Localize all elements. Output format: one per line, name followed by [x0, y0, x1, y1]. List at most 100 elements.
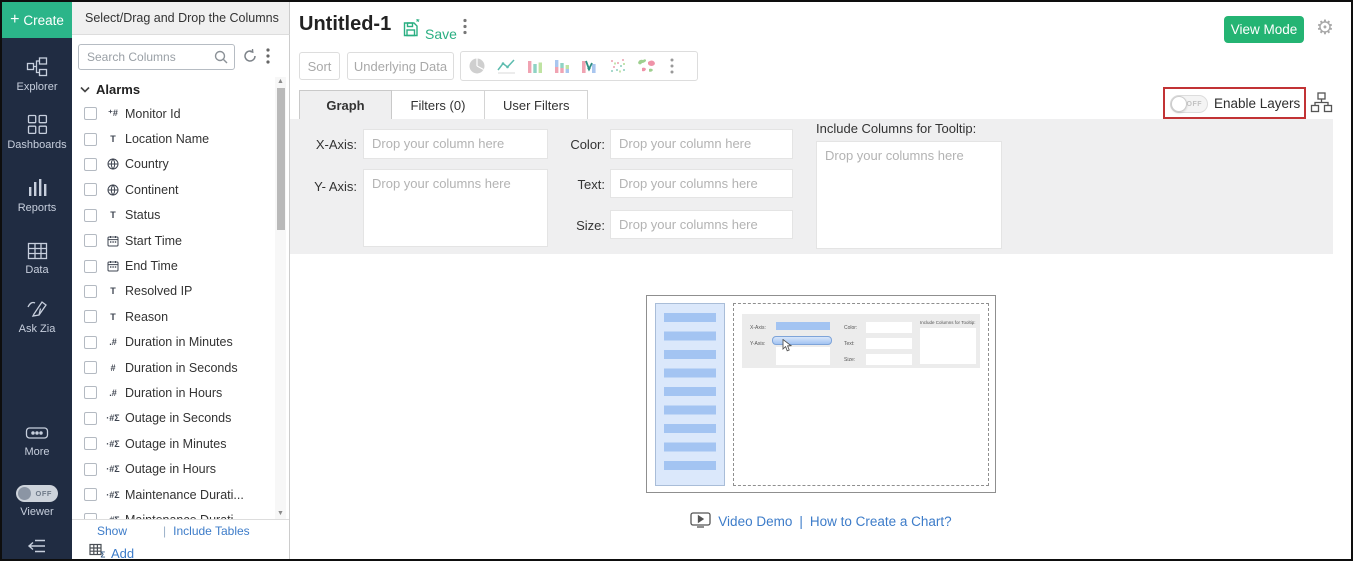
column-checkbox[interactable] — [84, 412, 97, 425]
column-checkbox[interactable] — [84, 285, 97, 298]
table-group-label: Alarms — [96, 82, 140, 97]
line-chart-icon[interactable] — [496, 57, 517, 75]
search-columns-input[interactable] — [78, 44, 235, 70]
preview-tooltip-label: Include Columns for Tooltip: — [920, 320, 978, 326]
title-menu-icon[interactable] — [460, 18, 470, 40]
layers-hierarchy-icon[interactable] — [1310, 92, 1333, 118]
settings-gear-icon[interactable]: ⚙ — [1316, 15, 1334, 40]
tab-filters[interactable]: Filters (0) — [392, 90, 485, 120]
refresh-icon[interactable] — [242, 48, 258, 69]
toggle-knob — [1171, 96, 1187, 112]
column-checkbox[interactable] — [84, 234, 97, 247]
save-button[interactable]: * Save — [403, 19, 457, 42]
column-checkbox[interactable] — [84, 133, 97, 146]
column-item[interactable]: Start Time — [72, 228, 274, 253]
column-checkbox[interactable] — [84, 209, 97, 222]
scatter-chart-icon[interactable] — [608, 57, 627, 75]
column-item[interactable]: ·#ΣOutage in Minutes — [72, 431, 274, 456]
view-mode-button[interactable]: View Mode — [1224, 16, 1304, 43]
column-label: Maintenance Durati... — [125, 488, 244, 502]
pie-chart-icon[interactable] — [467, 57, 487, 75]
add-link[interactable]: Add — [111, 546, 134, 561]
column-item[interactable]: .#Duration in Minutes — [72, 330, 274, 355]
column-checkbox[interactable] — [84, 158, 97, 171]
column-item[interactable]: ·#ΣMaintenance Durati... — [72, 507, 274, 519]
y-axis-dropzone[interactable]: Drop your columns here — [363, 169, 548, 247]
columns-panel-menu-icon[interactable] — [263, 48, 273, 69]
sidebar-item-explorer[interactable]: Explorer — [2, 57, 72, 93]
column-label: Outage in Minutes — [125, 437, 226, 451]
text-label: Text: — [543, 177, 605, 192]
include-tables-link[interactable]: Include Tables — [173, 524, 250, 538]
stacked-bar-chart-icon[interactable] — [553, 57, 571, 75]
column-item[interactable]: ·#ΣOutage in Hours — [72, 456, 274, 481]
map-chart-icon[interactable] — [636, 57, 657, 75]
color-dropzone[interactable]: Drop your column here — [610, 129, 793, 159]
formula-icon: ·#Σ — [104, 439, 122, 449]
scrollbar-thumb[interactable] — [277, 88, 285, 230]
column-item[interactable]: TResolved IP — [72, 279, 274, 304]
tab-user-filters[interactable]: User Filters — [485, 90, 588, 120]
x-axis-dropzone[interactable]: Drop your column here — [363, 129, 548, 159]
geo-icon — [104, 184, 122, 196]
viewer-toggle[interactable]: OFF — [16, 485, 58, 502]
table-group-alarms[interactable]: Alarms — [80, 80, 140, 98]
column-checkbox[interactable] — [84, 336, 97, 349]
sidebar-item-reports[interactable]: Reports — [2, 178, 72, 214]
column-checkbox[interactable] — [84, 488, 97, 501]
combo-chart-icon[interactable] — [580, 57, 599, 75]
column-checkbox[interactable] — [84, 361, 97, 374]
sidebar-item-dashboards[interactable]: Dashboards — [2, 114, 72, 151]
column-checkbox[interactable] — [84, 437, 97, 450]
sidebar-item-more[interactable]: More — [2, 424, 72, 458]
sidebar-item-viewer[interactable]: OFF Viewer — [2, 485, 72, 518]
how-to-create-chart-link[interactable]: How to Create a Chart? — [810, 514, 952, 529]
scroll-up-icon[interactable]: ▲ — [275, 77, 286, 87]
preview-config-panel: X-Axis: Y-Axis: Color: Text: Size: Inclu… — [742, 314, 980, 368]
size-dropzone[interactable]: Drop your columns here — [610, 210, 793, 239]
column-checkbox[interactable] — [84, 463, 97, 476]
underlying-data-button[interactable]: Underlying Data — [347, 52, 454, 80]
tab-graph[interactable]: Graph — [299, 90, 392, 120]
column-item[interactable]: ·#ΣMaintenance Durati... — [72, 482, 274, 507]
preview-dragged-column — [772, 336, 832, 345]
scroll-down-icon[interactable]: ▼ — [275, 509, 286, 519]
column-checkbox[interactable] — [84, 386, 97, 399]
create-button[interactable]: + Create — [2, 2, 72, 38]
column-item[interactable]: .#Duration in Hours — [72, 380, 274, 405]
report-title[interactable]: Untitled-1 — [299, 13, 391, 36]
svg-text:*: * — [416, 19, 420, 27]
chart-types-more-icon[interactable] — [670, 58, 674, 74]
bar-chart-icon[interactable] — [526, 57, 544, 75]
columns-list: ⁺#Monitor IdTLocation NameCountry Contine… — [72, 101, 274, 519]
column-label: Reason — [125, 310, 168, 324]
column-item[interactable]: End Time — [72, 253, 274, 278]
column-item[interactable]: TStatus — [72, 203, 274, 228]
column-checkbox[interactable] — [84, 183, 97, 196]
column-item[interactable]: Continent — [72, 177, 274, 202]
column-item[interactable]: ·#ΣOutage in Seconds — [72, 406, 274, 431]
column-item[interactable]: Country — [72, 152, 274, 177]
geo-icon — [104, 158, 122, 170]
data-icon — [27, 242, 48, 260]
column-checkbox[interactable] — [84, 310, 97, 323]
sidebar-item-data[interactable]: Data — [2, 242, 72, 276]
column-checkbox[interactable] — [84, 260, 97, 273]
column-item[interactable]: #Duration in Seconds — [72, 355, 274, 380]
viewer-toggle-state: OFF — [36, 489, 53, 498]
column-checkbox[interactable] — [84, 107, 97, 120]
enable-layers-toggle[interactable]: OFF — [1170, 95, 1208, 113]
text-dropzone[interactable]: Drop your columns here — [610, 169, 793, 198]
sort-button[interactable]: Sort — [299, 52, 340, 80]
column-label: Continent — [125, 183, 179, 197]
columns-scrollbar[interactable]: ▲ ▼ — [275, 77, 286, 519]
sidebar-item-ask-zia[interactable]: Ask Zia — [2, 299, 72, 335]
column-item[interactable]: TReason — [72, 304, 274, 329]
tooltip-dropzone[interactable]: Drop your columns here — [816, 141, 1002, 249]
column-item[interactable]: ⁺#Monitor Id — [72, 101, 274, 126]
collapse-sidebar-button[interactable] — [2, 538, 72, 554]
video-demo-link[interactable]: Video Demo — [718, 514, 792, 529]
show-link[interactable]: Show — [97, 524, 127, 538]
column-item[interactable]: TLocation Name — [72, 126, 274, 151]
preview-canvas: X-Axis: Y-Axis: Color: Text: Size: Inclu… — [733, 303, 989, 486]
